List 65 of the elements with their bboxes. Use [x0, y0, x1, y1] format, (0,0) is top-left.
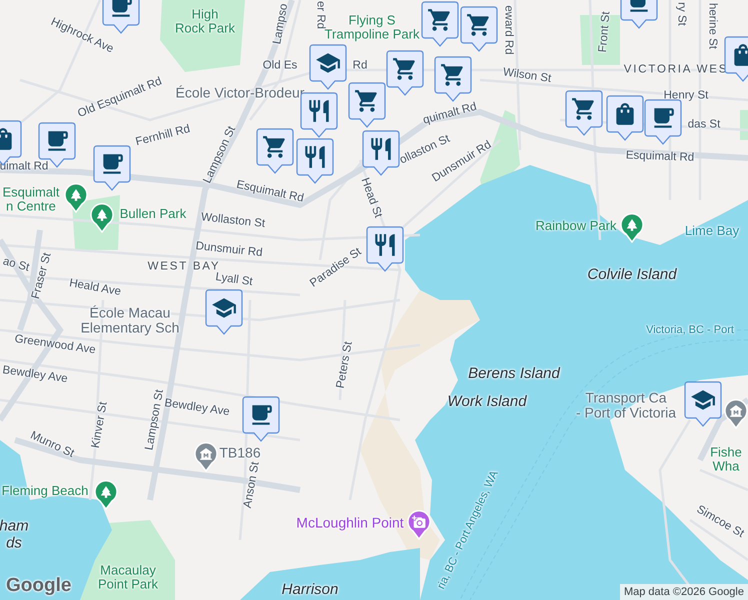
neighborhood-label: WEST BAY [148, 260, 220, 273]
street-label: Fernhill Rd [134, 123, 192, 149]
water-label: Harrison [282, 582, 338, 598]
park-label: Macaulay Point Park [98, 564, 158, 592]
street-label: herine St [706, 2, 718, 50]
street-label: Lampso [271, 2, 291, 46]
street-label: uimalt Rd [0, 160, 48, 174]
building-icon [199, 447, 213, 461]
street-label: das St [688, 118, 720, 132]
tree-icon [95, 208, 109, 222]
street-label: Anson St [242, 460, 262, 510]
place-label: École Victor-Brodeur [176, 85, 304, 101]
park-label: Esquimalt n Centre [2, 186, 60, 214]
street-label: Heald Ave [68, 277, 122, 299]
water-label: Work Island [447, 394, 527, 410]
map-logo: Google [6, 575, 72, 597]
tree-icon [69, 188, 83, 202]
bay-label: Lime Bay [684, 224, 740, 238]
map-marker[interactable] [102, 0, 140, 34]
map-pin[interactable] [407, 510, 431, 540]
street-label: Peters St [334, 340, 356, 390]
street-label: Old Es [262, 60, 298, 72]
street-label: Front St [596, 11, 614, 53]
building-icon [729, 404, 743, 418]
street-label: Head St [358, 176, 384, 220]
street-label: Munro St [28, 429, 76, 461]
street-label: Rd [352, 60, 368, 72]
water-label: ham ds [0, 518, 29, 552]
street-label: Esquimalt Rd [235, 178, 305, 206]
map-attribution: Map data ©2026 Google [620, 584, 748, 600]
map-pin[interactable] [64, 183, 88, 213]
street-label: ao St [1, 255, 31, 275]
park-label: High Rock Park [175, 8, 235, 36]
tree-icon [625, 218, 639, 232]
water-label: Colvile Island [587, 266, 677, 284]
map-pin[interactable] [194, 442, 218, 472]
street-label: Kinver St [90, 400, 110, 450]
street-label: er Rd [314, 0, 326, 30]
tree-icon [99, 485, 113, 499]
street-label: Bewdley Ave [164, 397, 230, 419]
street-label: eward Rd [502, 5, 514, 55]
map-pin[interactable] [90, 203, 114, 233]
street-label: quimalt Rd [422, 100, 478, 128]
map-pin[interactable] [94, 480, 118, 510]
street-label: Henry St [664, 90, 708, 102]
park-label: Rainbow Park [536, 218, 616, 234]
street-label: Wollaston St [200, 211, 266, 231]
street-label: Lyall St [214, 271, 254, 289]
park-label: Flying S Trampoline Park [324, 14, 420, 42]
street-label: Bewdley Ave [2, 364, 68, 386]
map-pin[interactable] [620, 213, 644, 243]
water-label: Berens Island [468, 366, 560, 382]
street-label: Esquimalt Rd [626, 150, 694, 164]
street-label: Wilson St [502, 66, 552, 86]
camera-icon [412, 515, 426, 529]
street-label: Fraser St [30, 252, 54, 300]
ferry-route-label: Victoria, BC - Port [646, 324, 734, 336]
street-label: Dunsmuir Rd [194, 240, 264, 260]
park-label: Bullen Park [120, 206, 186, 222]
place-label: TB186 [219, 445, 261, 461]
street-label: Lampson St [143, 388, 166, 452]
map-pin[interactable] [724, 399, 748, 429]
street-label: ry St [674, 2, 688, 26]
place-label: McLoughlin Point [296, 515, 404, 531]
park-label: Fishe Wha [710, 446, 742, 474]
